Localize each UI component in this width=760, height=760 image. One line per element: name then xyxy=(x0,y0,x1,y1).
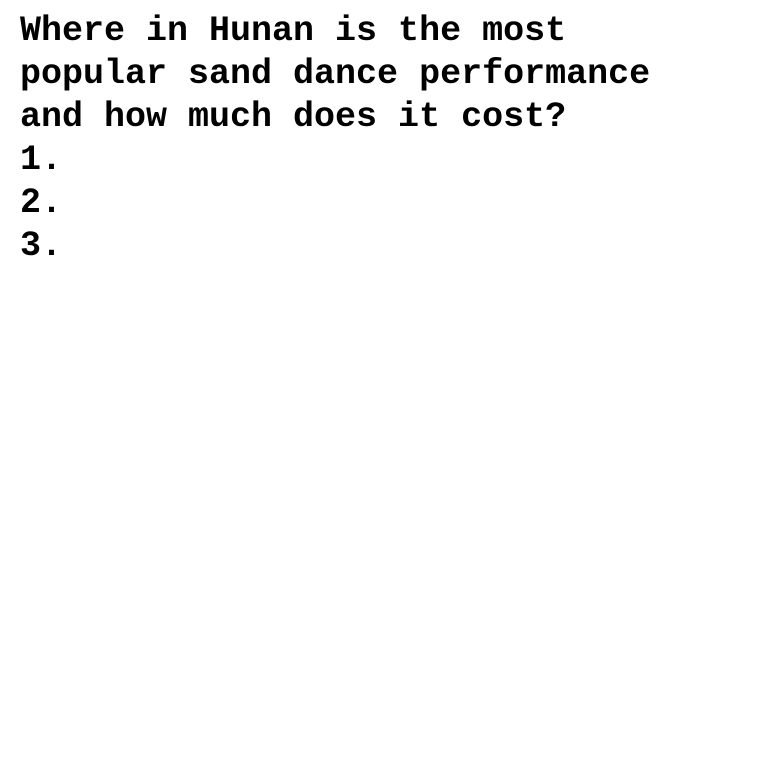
list-item: 2. xyxy=(20,182,740,225)
document-page: Where in Hunan is the most popular sand … xyxy=(0,0,760,760)
list-item-marker: 3. xyxy=(20,226,63,266)
question-text: Where in Hunan is the most popular sand … xyxy=(20,11,651,137)
list-item: 3. xyxy=(20,225,740,268)
list-item-marker: 2. xyxy=(20,183,63,223)
list-item-marker: 1. xyxy=(20,140,63,180)
answer-list: 1. 2. 3. xyxy=(20,139,740,268)
list-item: 1. xyxy=(20,139,740,182)
